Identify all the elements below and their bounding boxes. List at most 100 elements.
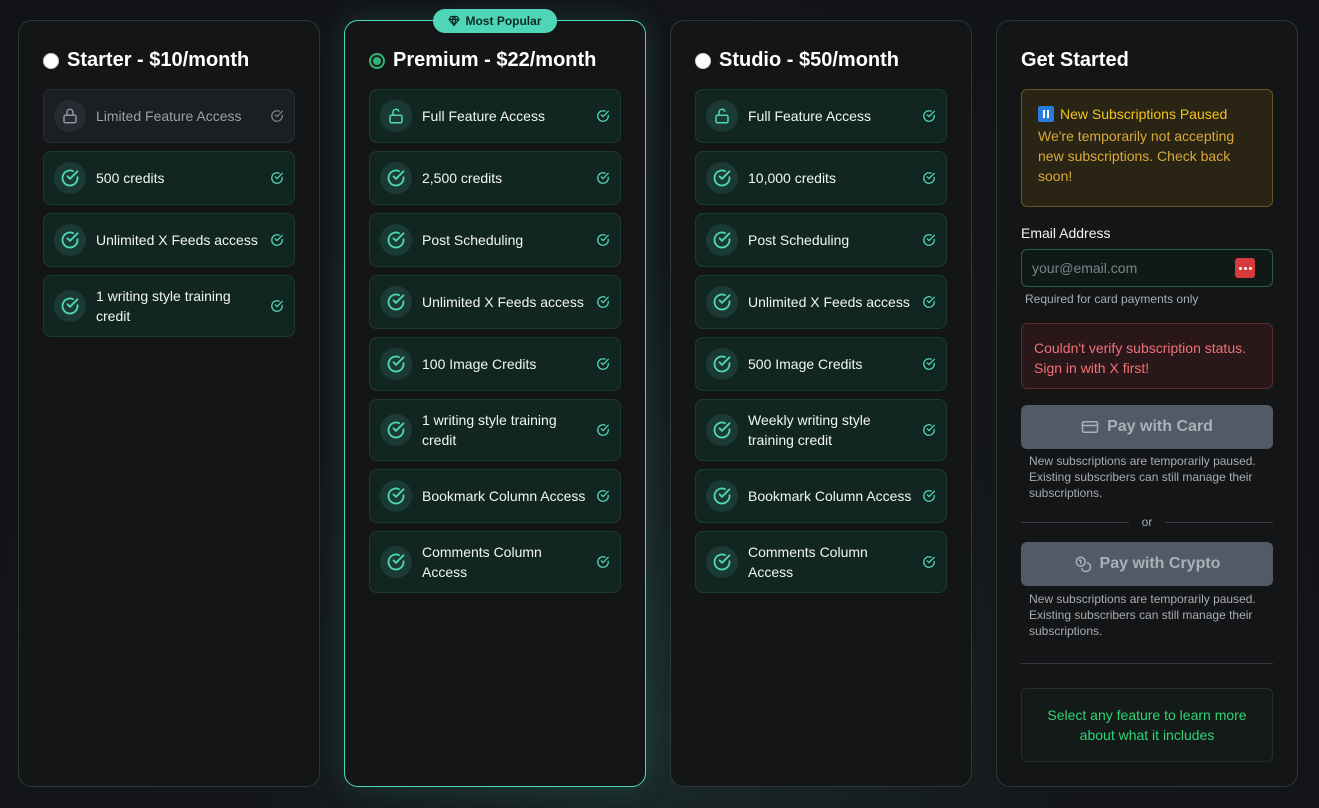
feature-label: Unlimited X Feeds access — [96, 232, 258, 248]
feature-label: 1 writing style training credit — [422, 412, 557, 448]
feature-label: Bookmark Column Access — [422, 488, 586, 504]
plan-header[interactable]: Starter - $10/month — [43, 49, 249, 72]
feature-label: Unlimited X Feeds access — [748, 294, 910, 310]
feature-label: Unlimited X Feeds access — [422, 294, 584, 310]
email-label: Email Address — [1021, 225, 1111, 241]
feature-item[interactable]: Bookmark Column Access — [369, 469, 621, 523]
check-icon — [597, 556, 609, 568]
check-icon — [597, 110, 609, 122]
plan-title: Premium - $22/month — [393, 49, 597, 71]
feature-label: Comments Column Access — [748, 544, 868, 580]
button-label: Pay with Crypto — [1099, 555, 1221, 572]
feature-label: 100 Image Credits — [422, 356, 537, 372]
check-circle-icon — [380, 414, 412, 446]
plan-card-starter[interactable]: Starter - $10/month Limited Feature Acce… — [18, 20, 320, 787]
panel-title: Get Started — [1021, 49, 1129, 71]
coins-icon — [1075, 556, 1091, 573]
feature-item[interactable]: Unlimited X Feeds access — [369, 275, 621, 329]
check-circle-icon — [380, 224, 412, 256]
feature-label: Full Feature Access — [422, 108, 545, 124]
check-icon — [597, 490, 609, 502]
gem-icon — [448, 15, 461, 27]
most-popular-badge: Most Popular — [433, 9, 557, 33]
plan-header[interactable]: Studio - $50/month — [695, 49, 899, 72]
check-circle-icon — [54, 162, 86, 194]
check-icon — [923, 110, 935, 122]
feature-item[interactable]: Limited Feature Access — [43, 89, 295, 143]
feature-item[interactable]: Bookmark Column Access — [695, 469, 947, 523]
feature-item[interactable]: 2,500 credits — [369, 151, 621, 205]
or-divider: or — [1021, 515, 1273, 529]
check-circle-icon — [706, 224, 738, 256]
check-circle-icon — [380, 286, 412, 318]
check-icon — [271, 234, 283, 246]
plan-radio-starter[interactable] — [43, 52, 59, 69]
feature-label: 10,000 credits — [748, 170, 836, 186]
feature-item[interactable]: 500 Image Credits — [695, 337, 947, 391]
check-icon — [923, 172, 935, 184]
feature-item[interactable]: Comments Column Access — [369, 531, 621, 593]
feature-item[interactable]: 100 Image Credits — [369, 337, 621, 391]
feature-label: Post Scheduling — [422, 232, 524, 248]
check-circle-icon — [380, 348, 412, 380]
check-icon — [597, 424, 609, 436]
feature-label: 500 Image Credits — [748, 356, 863, 372]
feature-item[interactable]: Full Feature Access — [369, 89, 621, 143]
or-label: or — [1141, 515, 1153, 529]
unlock-icon — [380, 100, 412, 132]
check-icon — [597, 234, 609, 246]
check-icon — [923, 490, 935, 502]
feature-item[interactable]: Comments Column Access — [695, 531, 947, 593]
feature-item[interactable]: Full Feature Access — [695, 89, 947, 143]
check-circle-icon — [706, 348, 738, 380]
feature-label: 500 credits — [96, 170, 165, 186]
check-icon — [597, 296, 609, 308]
check-circle-icon — [380, 162, 412, 194]
check-circle-icon — [706, 162, 738, 194]
feature-item[interactable]: 1 writing style training credit — [369, 399, 621, 461]
password-manager-icon[interactable] — [1235, 258, 1255, 278]
feature-label: Post Scheduling — [748, 232, 850, 248]
check-icon — [271, 300, 283, 312]
credit-card-icon — [1081, 421, 1099, 433]
plan-radio-premium[interactable] — [369, 52, 385, 69]
feature-item[interactable]: Unlimited X Feeds access — [695, 275, 947, 329]
check-icon — [923, 556, 935, 568]
feature-item[interactable]: Unlimited X Feeds access — [43, 213, 295, 267]
get-started-panel: Get Started New Subscriptions Paused We'… — [996, 20, 1298, 787]
plan-radio-studio[interactable] — [695, 52, 711, 69]
feature-item[interactable]: 1 writing style training credit — [43, 275, 295, 337]
feature-info-hint: Select any feature to learn more about w… — [1021, 688, 1273, 762]
error-message: Couldn't verify subscription status. Sig… — [1021, 323, 1273, 389]
pay-with-card-button[interactable]: Pay with Card — [1021, 405, 1273, 449]
check-circle-icon — [380, 546, 412, 578]
paused-notice: New Subscriptions Paused We're temporari… — [1021, 89, 1273, 207]
feature-label: Weekly writing style training credit — [748, 412, 871, 448]
plan-card-premium[interactable]: Most Popular Premium - $22/month Full Fe… — [344, 9, 646, 787]
plan-card-studio[interactable]: Studio - $50/month Full Feature Access 1… — [670, 20, 972, 787]
check-icon — [923, 296, 935, 308]
feature-item[interactable]: 10,000 credits — [695, 151, 947, 205]
feature-item[interactable]: Post Scheduling — [695, 213, 947, 267]
section-divider — [1021, 663, 1273, 664]
feature-item[interactable]: Weekly writing style training credit — [695, 399, 947, 461]
check-icon — [597, 358, 609, 370]
feature-item[interactable]: Post Scheduling — [369, 213, 621, 267]
button-label: Pay with Card — [1107, 418, 1213, 435]
feature-label: Full Feature Access — [748, 108, 871, 124]
feature-item[interactable]: 500 credits — [43, 151, 295, 205]
pay-with-crypto-button[interactable]: Pay with Crypto — [1021, 542, 1273, 586]
feature-label: 1 writing style training credit — [96, 288, 231, 324]
plan-header[interactable]: Premium - $22/month — [369, 49, 596, 72]
email-hint: Required for card payments only — [1025, 292, 1199, 306]
lock-icon — [54, 100, 86, 132]
card-paused-note: New subscriptions are temporarily paused… — [1029, 454, 1256, 500]
check-circle-icon — [706, 286, 738, 318]
feature-label: Comments Column Access — [422, 544, 542, 580]
check-icon — [271, 172, 283, 184]
check-circle-icon — [54, 224, 86, 256]
feature-label: Bookmark Column Access — [748, 488, 912, 504]
check-icon — [923, 358, 935, 370]
feature-label: 2,500 credits — [422, 170, 503, 186]
check-icon — [597, 172, 609, 184]
